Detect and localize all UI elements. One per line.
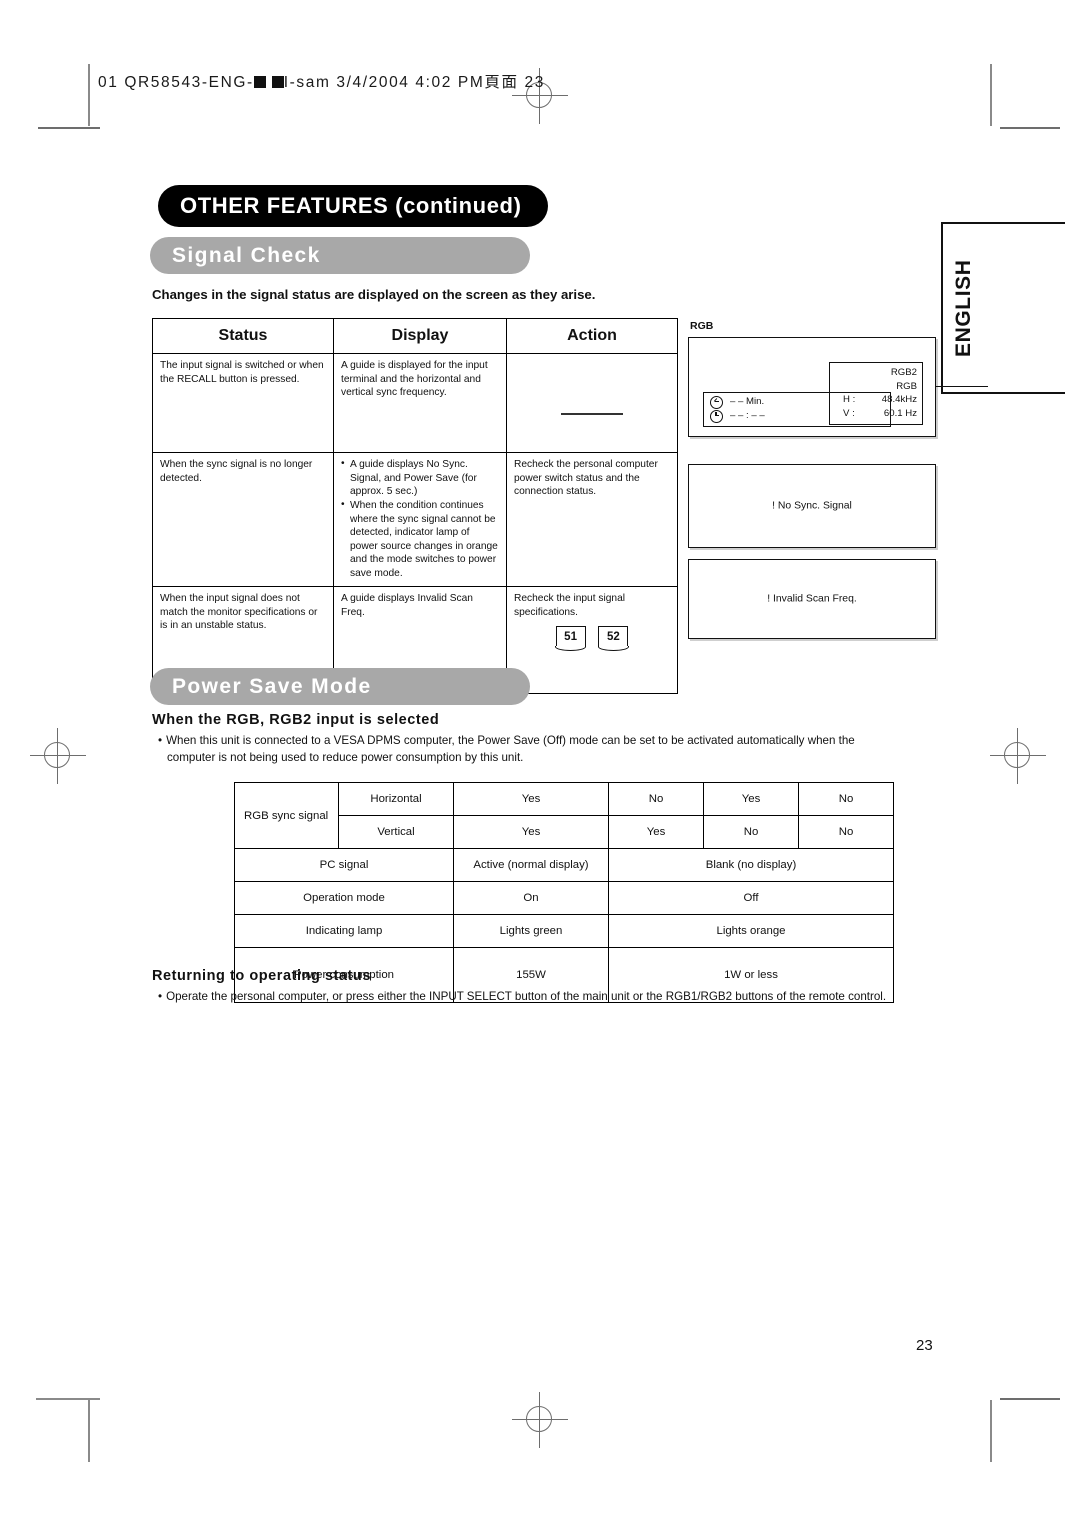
cell-action: Recheck the input signal specifications.… xyxy=(506,586,678,695)
cell-status: When the sync signal is no longer detect… xyxy=(152,452,334,588)
table-header-row: Status Display Action xyxy=(152,317,678,355)
cell-operation-mode-label: Operation mode xyxy=(234,881,454,915)
cell-horizontal-value: Yes xyxy=(703,782,799,816)
bullet-dot: • xyxy=(158,734,163,747)
cell-display: A guide is displayed for the input termi… xyxy=(333,353,507,454)
cell-pc-signal-blank: Blank (no display) xyxy=(608,848,894,882)
osd-timer-row-minutes: – – Min. xyxy=(710,395,884,409)
subheading-rgb-input-selected: When the RGB, RGB2 input is selected xyxy=(152,712,440,728)
cell-vertical-label: Vertical xyxy=(338,815,454,849)
osd-timer-box: – – Min. – – : – – xyxy=(703,392,891,427)
not-applicable-dash xyxy=(561,413,623,415)
power-save-description-line1: When this unit is connected to a VESA DP… xyxy=(166,734,855,747)
table-row: PC signal Active (normal display) Blank … xyxy=(234,848,894,882)
clock-icon xyxy=(710,409,723,423)
cell-rgb-sync-signal-label: RGB sync signal xyxy=(234,782,339,849)
chapter-title-banner: OTHER FEATURES (continued) xyxy=(158,185,548,227)
signal-check-lead-text: Changes in the signal status are display… xyxy=(152,287,596,302)
cell-vertical-value: No xyxy=(798,815,894,849)
page-reference-group: 51 52 xyxy=(514,626,670,652)
page-number: 23 xyxy=(916,1337,933,1354)
list-item: A guide displays No Sync. Signal, and Po… xyxy=(341,457,499,498)
action-text: Recheck the input signal specifications. xyxy=(514,593,625,618)
language-tab-label: ENGLISH xyxy=(952,259,975,357)
cell-indicating-lamp-orange: Lights orange xyxy=(608,914,894,948)
section-heading-power-save-mode: Power Save Mode xyxy=(150,668,530,705)
power-save-description-line2: computer is not being used to reduce pow… xyxy=(167,751,524,765)
osd-timer-minutes: – – Min. xyxy=(730,396,765,408)
table-row: When the sync signal is no longer detect… xyxy=(152,452,678,588)
subheading-returning-to-operating-status: Returning to operating status xyxy=(152,968,371,984)
osd-screen-panel-no-sync: ! No Sync. Signal xyxy=(688,464,936,548)
signal-check-table: Status Display Action The input signal i… xyxy=(152,317,678,695)
column-header-display: Display xyxy=(333,317,507,355)
returning-description-text: Operate the personal computer, or press … xyxy=(166,990,887,1003)
osd-panel-label-rgb: RGB xyxy=(690,320,714,332)
cell-horizontal-value: No xyxy=(608,782,704,816)
book-page-reference-icon[interactable]: 52 xyxy=(598,626,629,652)
sleep-timer-clock-icon xyxy=(710,395,723,409)
cell-status: The input signal is switched or when the… xyxy=(152,353,334,454)
page-content: OTHER FEATURES (continued) Signal Check … xyxy=(0,0,1080,1528)
osd-screen-panel-invalid-scan: ! Invalid Scan Freq. xyxy=(688,559,936,639)
cell-vertical-value: Yes xyxy=(608,815,704,849)
cell-display: A guide displays No Sync. Signal, and Po… xyxy=(333,452,507,588)
osd-message-invalid-scan: ! Invalid Scan Freq. xyxy=(767,593,857,605)
list-item: When the condition continues where the s… xyxy=(341,498,499,580)
bullet-dot: • xyxy=(158,990,163,1003)
osd-screen-panel-guide: RGB2 RGB H : 48.4kHz V : 60.1 Hz – – Min… xyxy=(688,337,936,437)
cell-horizontal-value: Yes xyxy=(453,782,609,816)
table-row: Operation mode On Off xyxy=(234,881,894,915)
cell-indicating-lamp-green: Lights green xyxy=(453,914,609,948)
cell-vertical-value: No xyxy=(703,815,799,849)
osd-message-no-sync: ! No Sync. Signal xyxy=(772,500,852,512)
cell-horizontal-label: Horizontal xyxy=(338,782,454,816)
osd-timer-row-clock: – – : – – xyxy=(710,409,884,423)
cell-pc-signal-active: Active (normal display) xyxy=(453,848,609,882)
osd-input-rgb: RGB xyxy=(896,380,917,392)
display-bullet-list: A guide displays No Sync. Signal, and Po… xyxy=(341,457,499,580)
table-row: Indicating lamp Lights green Lights oran… xyxy=(234,914,894,948)
osd-clock-time: – – : – – xyxy=(730,410,765,422)
column-header-status: Status xyxy=(152,317,334,355)
cell-horizontal-value: No xyxy=(798,782,894,816)
cell-action: Recheck the personal computer power swit… xyxy=(506,452,678,588)
column-header-action: Action xyxy=(506,317,678,355)
power-save-description: • When this unit is connected to a VESA D… xyxy=(158,732,946,767)
cell-operation-mode-on: On xyxy=(453,881,609,915)
table-row: RGB sync signal Horizontal Yes No Yes No xyxy=(234,782,894,849)
cell-action xyxy=(506,353,678,454)
cell-operation-mode-off: Off xyxy=(608,881,894,915)
section-heading-signal-check: Signal Check xyxy=(150,237,530,274)
cell-vertical-value: Yes xyxy=(453,815,609,849)
osd-input-rgb2: RGB2 xyxy=(890,367,917,378)
cell-indicating-lamp-label: Indicating lamp xyxy=(234,914,454,948)
returning-description: • Operate the personal computer, or press… xyxy=(158,988,946,1005)
cell-pc-signal-label: PC signal xyxy=(234,848,454,882)
table-row: The input signal is switched or when the… xyxy=(152,353,678,454)
book-page-reference-icon[interactable]: 51 xyxy=(555,626,586,652)
